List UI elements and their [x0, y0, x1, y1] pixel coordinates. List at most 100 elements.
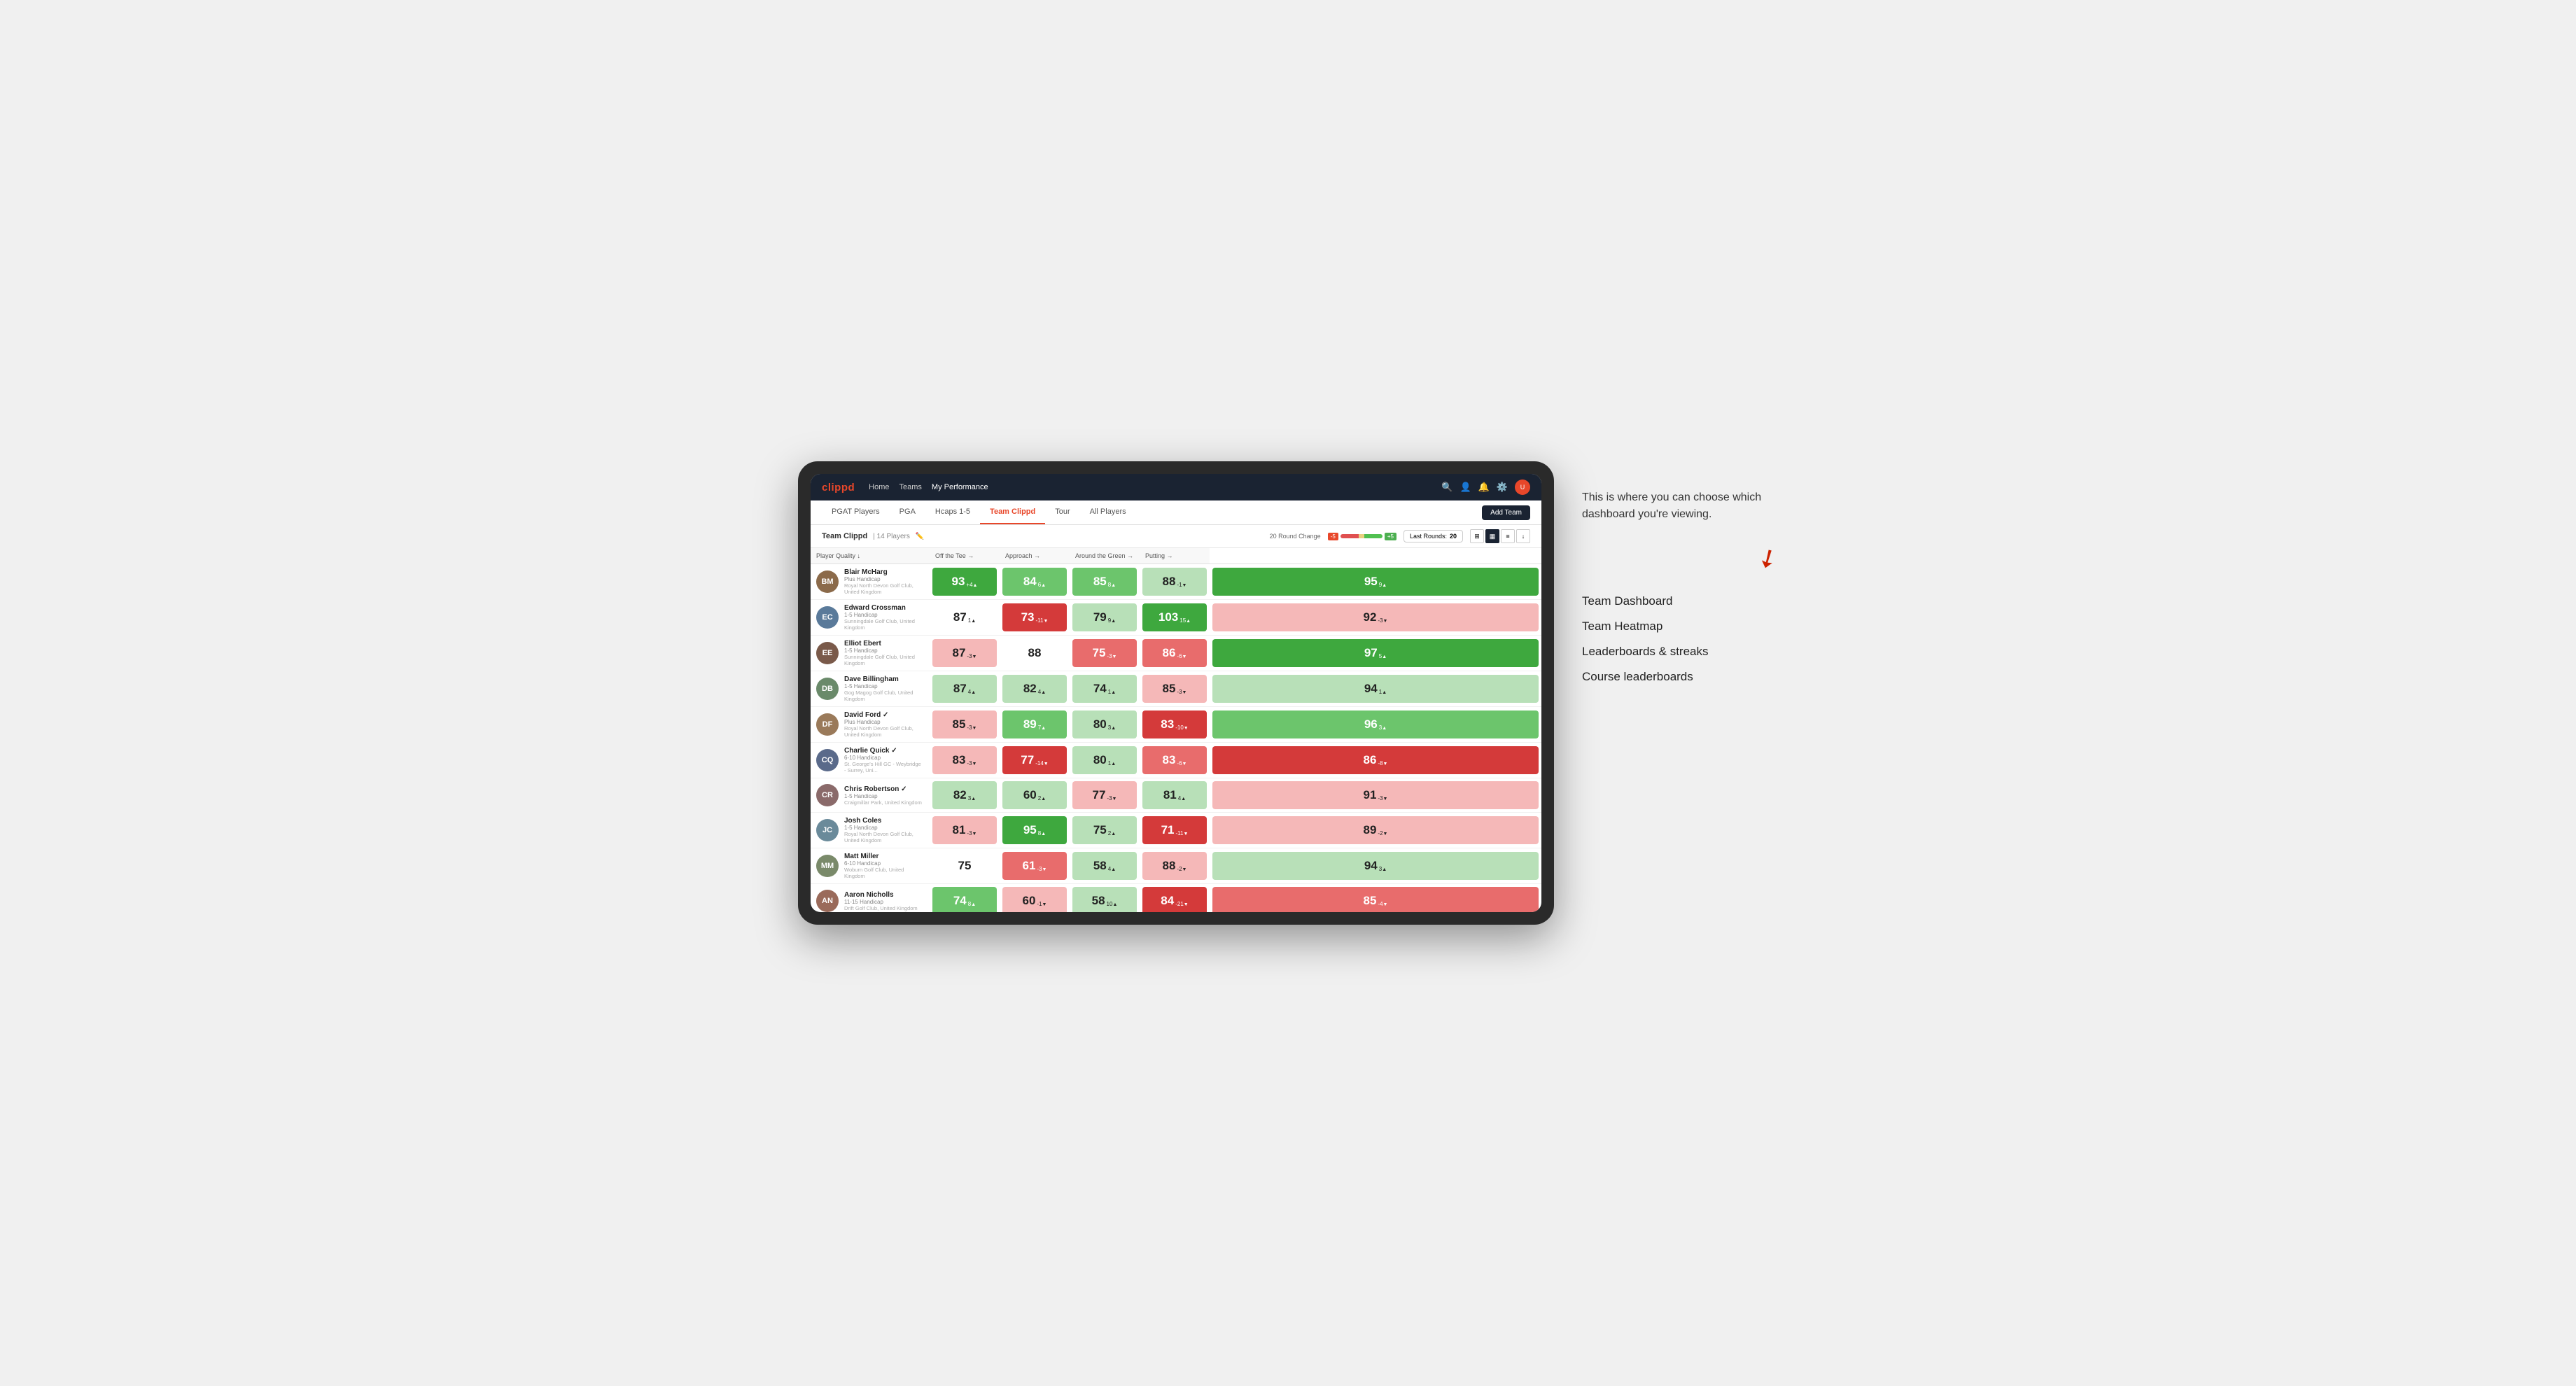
player-name[interactable]: Chris Robertson ✓	[844, 785, 922, 793]
player-name[interactable]: Aaron Nicholls	[844, 891, 918, 899]
table-row[interactable]: DBDave Billingham1-5 HandicapGog Magog G…	[811, 671, 1541, 707]
tab-pgat-players[interactable]: PGAT Players	[822, 500, 890, 524]
off-tee-cell: 61-3	[1000, 848, 1070, 884]
table-wrapper: Player Quality ↓ Off the Tee → Approach …	[811, 548, 1541, 912]
col-header-putting[interactable]: Putting →	[1140, 548, 1210, 564]
table-row[interactable]: CRChris Robertson ✓1-5 HandicapCraigmill…	[811, 778, 1541, 813]
arrow-down-icon	[972, 724, 977, 731]
table-row[interactable]: JCJosh Coles1-5 HandicapRoyal North Devo…	[811, 813, 1541, 848]
off-tee-cell: 602	[1000, 778, 1070, 813]
table-row[interactable]: MMMatt Miller6-10 HandicapWoburn Golf Cl…	[811, 848, 1541, 884]
around-green-cell: 83-6	[1140, 743, 1210, 778]
table-row[interactable]: ANAaron Nicholls11-15 HandicapDrift Golf…	[811, 884, 1541, 913]
annotation-item: Team Dashboard	[1582, 594, 1778, 608]
arrow-up-icon	[1382, 866, 1387, 872]
approach-cell: 801	[1070, 743, 1140, 778]
score-delta: 1	[1379, 689, 1387, 695]
tab-pga[interactable]: PGA	[890, 500, 925, 524]
col-header-around-green[interactable]: Around the Green →	[1070, 548, 1140, 564]
player-info-cell: DBDave Billingham1-5 HandicapGog Magog G…	[811, 671, 930, 706]
table-row[interactable]: CQCharlie Quick ✓6-10 HandicapSt. George…	[811, 743, 1541, 778]
tab-team-clippd[interactable]: Team Clippd	[980, 500, 1045, 524]
putting-cell: 86-8	[1210, 743, 1541, 778]
table-row[interactable]: DFDavid Ford ✓Plus HandicapRoyal North D…	[811, 707, 1541, 743]
nav-my-performance[interactable]: My Performance	[932, 482, 988, 493]
score-delta: 4	[1038, 689, 1046, 695]
arrow-up-icon	[1111, 617, 1116, 624]
player-details: Blair McHargPlus HandicapRoyal North Dev…	[844, 568, 924, 595]
score-value: 58	[1093, 859, 1107, 873]
around-green-cell: 83-10	[1140, 707, 1210, 743]
score-value: 88	[1163, 575, 1176, 589]
player-name[interactable]: Elliot Ebert	[844, 640, 924, 648]
player-name[interactable]: Edward Crossman	[844, 604, 924, 612]
score-delta: -3	[1378, 795, 1387, 802]
player-name[interactable]: Josh Coles	[844, 817, 924, 825]
table-row[interactable]: BMBlair McHargPlus HandicapRoyal North D…	[811, 564, 1541, 600]
nav-teams[interactable]: Teams	[899, 482, 922, 493]
player-handicap: 1-5 Handicap	[844, 825, 924, 831]
score-delta: -11	[1176, 830, 1189, 836]
arrow-up-icon	[1041, 724, 1046, 731]
red-arrow-icon: ➘	[1751, 540, 1784, 576]
view-download-btn[interactable]: ↓	[1516, 529, 1530, 543]
score-delta: +4	[966, 582, 977, 588]
score-delta: -1	[1177, 582, 1186, 588]
approach-cell: 741	[1070, 671, 1140, 707]
player-club: Royal North Devon Golf Club, United King…	[844, 831, 924, 844]
annotation-intro: This is where you can choose which dashb…	[1582, 489, 1778, 523]
score-value: 75	[1093, 823, 1107, 837]
bell-icon[interactable]: 🔔	[1478, 482, 1490, 493]
score-delta: 3	[968, 795, 976, 802]
view-heatmap-btn[interactable]: ▦	[1485, 529, 1499, 543]
col-header-off-tee[interactable]: Off the Tee →	[930, 548, 1000, 564]
arrow-down-icon	[1182, 582, 1187, 588]
arrow-down-icon	[1182, 866, 1187, 872]
person-icon[interactable]: 👤	[1460, 482, 1471, 493]
arrow-up-icon	[1111, 830, 1116, 836]
score-value: 84	[1161, 894, 1174, 908]
arrow-down-icon	[1383, 760, 1388, 766]
score-delta: -3	[967, 760, 976, 766]
avatar: MM	[816, 855, 839, 877]
last-rounds-button[interactable]: Last Rounds: 20	[1404, 530, 1463, 542]
tab-hcaps[interactable]: Hcaps 1-5	[925, 500, 980, 524]
table-row[interactable]: EEElliot Ebert1-5 HandicapSunningdale Go…	[811, 636, 1541, 671]
view-grid-btn[interactable]: ⊞	[1470, 529, 1484, 543]
table-row[interactable]: ECEdward Crossman1-5 HandicapSunningdale…	[811, 600, 1541, 636]
player-cell-container: DBDave Billingham1-5 HandicapGog Magog G…	[811, 671, 930, 707]
player-name[interactable]: David Ford ✓	[844, 711, 924, 719]
add-team-button[interactable]: Add Team	[1482, 505, 1530, 520]
edit-icon[interactable]: ✏️	[916, 533, 924, 540]
player-name[interactable]: Matt Miller	[844, 853, 924, 860]
nav-home[interactable]: Home	[869, 482, 889, 493]
score-value: 74	[1093, 682, 1107, 696]
arrow-down-icon	[972, 653, 977, 659]
col-header-player[interactable]: Player Quality ↓	[811, 548, 930, 564]
off-tee-cell: 846	[1000, 564, 1070, 600]
settings-icon[interactable]: ⚙️	[1497, 482, 1508, 493]
putting-cell: 92-3	[1210, 600, 1541, 636]
player-name[interactable]: Blair McHarg	[844, 568, 924, 576]
player-name[interactable]: Dave Billingham	[844, 676, 924, 683]
player-name[interactable]: Charlie Quick ✓	[844, 747, 924, 755]
approach-cell: 584	[1070, 848, 1140, 884]
score-value: 95	[1023, 823, 1037, 837]
score-value: 60	[1023, 894, 1036, 908]
arrow-up-icon	[1181, 795, 1186, 802]
score-value: 91	[1364, 788, 1377, 802]
avatar: AN	[816, 890, 839, 912]
player-handicap: Plus Handicap	[844, 576, 924, 582]
toolbar-right: 20 Round Change -5 +5 Last Rounds: 20	[1270, 529, 1530, 543]
score-value: 86	[1163, 646, 1176, 660]
user-avatar[interactable]: U	[1515, 479, 1530, 495]
score-delta: -3	[967, 724, 976, 731]
search-icon[interactable]: 🔍	[1441, 482, 1452, 493]
view-list-btn[interactable]: ≡	[1501, 529, 1515, 543]
score-delta: 1	[1108, 689, 1116, 695]
tab-all-players[interactable]: All Players	[1080, 500, 1136, 524]
col-header-approach[interactable]: Approach →	[1000, 548, 1070, 564]
player-handicap: 6-10 Handicap	[844, 755, 924, 761]
tab-tour[interactable]: Tour	[1045, 500, 1079, 524]
score-delta: -21	[1175, 901, 1189, 907]
